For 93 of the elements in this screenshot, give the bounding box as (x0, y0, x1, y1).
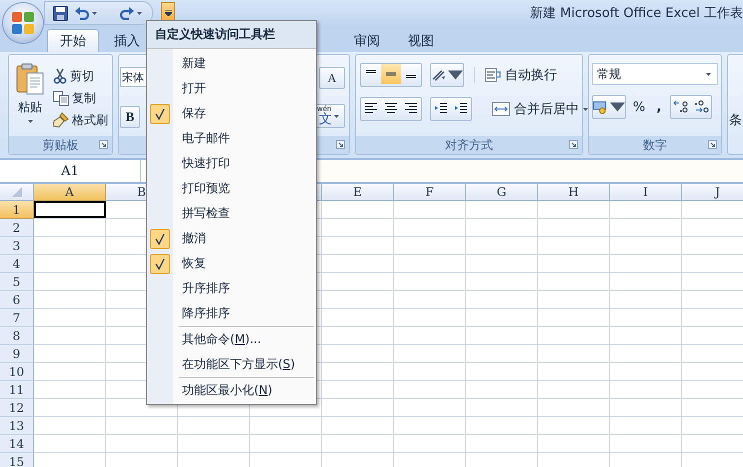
undo-icon (74, 6, 90, 20)
dialog-launcher-icon[interactable] (569, 140, 578, 149)
column-header[interactable]: G (466, 184, 538, 201)
row-header[interactable]: 3 (0, 237, 34, 255)
triangle-icon (12, 187, 22, 197)
menu-item[interactable]: 拼写检查 (147, 201, 316, 226)
row-header[interactable]: 7 (0, 309, 34, 327)
column-header[interactable]: H (538, 184, 610, 201)
merge-cells-icon (492, 102, 510, 116)
column-header[interactable]: I (610, 184, 682, 201)
caret-icon (137, 12, 142, 14)
grow-font-button[interactable]: A (319, 67, 345, 89)
row-header[interactable]: 14 (0, 435, 34, 453)
row-header[interactable]: 11 (0, 381, 34, 399)
scissors-icon (53, 68, 67, 84)
caret-icon (706, 72, 711, 76)
group-label: 对齐方式 (356, 136, 582, 154)
window-title: 新建 Microsoft Office Excel 工作表 (530, 5, 743, 22)
row-header[interactable]: 9 (0, 345, 34, 363)
currency-button[interactable] (592, 95, 626, 119)
menu-item[interactable]: 电子邮件 (147, 126, 316, 151)
row-header[interactable]: 2 (0, 219, 34, 237)
menu-item[interactable]: 降序排序 (147, 301, 316, 326)
indent-icon[interactable] (454, 102, 468, 114)
wrap-text-icon (485, 68, 501, 82)
dropdown-icon (164, 10, 172, 16)
caret-icon (583, 108, 588, 110)
menu-item[interactable]: 升序排序 (147, 276, 316, 301)
caret-icon (92, 12, 97, 14)
merge-center-button[interactable]: 合并后居中 (492, 98, 588, 120)
menu-title: 自定义快速访问工具栏 (147, 21, 316, 49)
menu-item[interactable]: 功能区最小化(N) (147, 378, 316, 403)
brush-icon (53, 112, 69, 128)
active-cell[interactable] (34, 201, 106, 218)
office-logo-icon (11, 11, 35, 35)
indent-icon[interactable] (434, 102, 448, 114)
command-button[interactable]: 复制 (53, 89, 108, 107)
dialog-launcher-icon[interactable] (336, 140, 345, 149)
menu-item[interactable]: 快速打印 (147, 151, 316, 176)
row-header[interactable]: 10 (0, 363, 34, 381)
ribbon-tab[interactable]: 开始 (47, 29, 99, 52)
decrease-decimal-icon[interactable] (693, 99, 709, 113)
ribbon-tab[interactable]: 视图 (395, 29, 447, 52)
styles-label: 条 (729, 112, 742, 128)
menu-item[interactable]: 撤消 (147, 226, 316, 251)
row-header[interactable]: 6 (0, 291, 34, 309)
dialog-launcher-icon[interactable] (708, 140, 717, 149)
redo-button[interactable] (117, 4, 144, 22)
group-label: 剪贴板 (9, 136, 112, 154)
text-align-icon[interactable] (404, 102, 418, 114)
menu-item[interactable]: 保存 (147, 101, 316, 126)
row-header[interactable]: 8 (0, 327, 34, 345)
column-header[interactable]: F (394, 184, 466, 201)
menu-item[interactable]: 恢复 (147, 251, 316, 276)
save-icon[interactable] (53, 6, 68, 20)
office-button[interactable] (3, 3, 43, 43)
menu-item[interactable]: 其他命令(M)... (147, 327, 316, 352)
comma-button[interactable]: , (652, 100, 666, 114)
wrap-text-button[interactable]: 自动换行 (485, 64, 557, 86)
caret-icon (334, 114, 339, 118)
row-header[interactable]: 1 (0, 201, 34, 219)
row-header[interactable]: 12 (0, 399, 34, 417)
menu-item[interactable]: 在功能区下方显示(S) (147, 352, 316, 377)
checkmark-icon (155, 108, 165, 120)
row-header[interactable]: 15 (0, 453, 34, 467)
column-header[interactable]: E (322, 184, 394, 201)
vertical-align-button[interactable] (381, 64, 401, 84)
group-label: 数字 (589, 136, 721, 154)
checkmark-icon (155, 258, 165, 270)
text-align-icon[interactable] (364, 102, 378, 114)
row-header[interactable]: 4 (0, 255, 34, 273)
checkmark-icon (155, 232, 165, 244)
redo-icon (119, 6, 135, 20)
column-header[interactable]: J (682, 184, 743, 201)
bold-button[interactable]: B (120, 106, 140, 128)
text-align-icon[interactable] (384, 102, 398, 114)
percent-button[interactable]: % (630, 100, 648, 114)
increase-decimal-icon[interactable] (673, 99, 689, 113)
row-header[interactable]: 13 (0, 417, 34, 435)
clipboard-icon (16, 63, 44, 95)
menu-item[interactable]: 新建 (147, 51, 316, 76)
command-button[interactable]: 格式刷 (53, 111, 108, 129)
command-button[interactable]: 剪切 (53, 67, 108, 85)
caret-icon (28, 120, 32, 123)
ribbon-tab[interactable]: 审阅 (341, 29, 393, 52)
paste-button[interactable]: 粘贴 (13, 61, 47, 134)
menu-item[interactable]: 打开 (147, 76, 316, 101)
column-header[interactable]: A (34, 184, 106, 201)
dialog-launcher-icon[interactable] (99, 140, 108, 149)
copy-icon (53, 90, 69, 106)
number-format-dropdown[interactable]: 常规 (592, 63, 718, 85)
orientation-button[interactable] (430, 63, 464, 87)
row-header[interactable]: 5 (0, 273, 34, 291)
